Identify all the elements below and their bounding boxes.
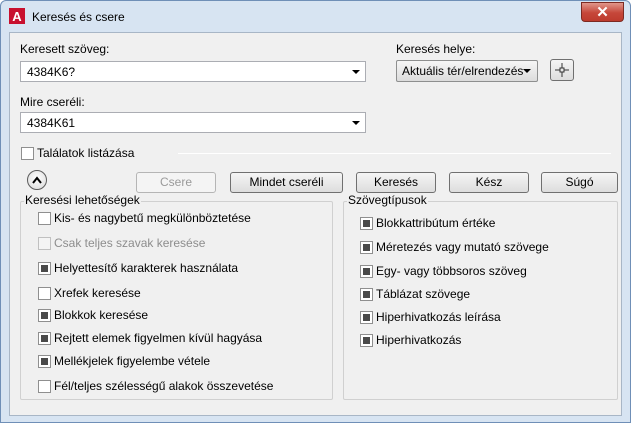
replace-button[interactable]: Csere bbox=[136, 172, 216, 193]
table-text-checkbox[interactable] bbox=[360, 288, 373, 301]
hyperlink-checkbox[interactable] bbox=[360, 334, 373, 347]
list-results-checkbox[interactable] bbox=[21, 147, 34, 160]
collapse-options-button[interactable] bbox=[27, 170, 47, 190]
search-xrefs-checkbox[interactable] bbox=[38, 287, 51, 300]
close-button[interactable]: ✕ bbox=[581, 2, 624, 22]
separator-line bbox=[178, 153, 611, 154]
wildcards-label: Helyettesítő karakterek használata bbox=[54, 261, 239, 275]
search-blocks-checkbox[interactable] bbox=[38, 309, 51, 322]
match-diacritics-label: Mellékjelek figyelembe vétele bbox=[54, 354, 211, 368]
search-xrefs-label: Xrefek keresése bbox=[54, 286, 141, 300]
chevron-down-icon bbox=[523, 69, 531, 73]
search-blocks-label: Blokkok keresése bbox=[54, 308, 149, 322]
list-results-label: Találatok listázása bbox=[37, 146, 135, 160]
replace-with-combobox[interactable]: 4384K61 bbox=[20, 112, 366, 133]
find-button[interactable]: Keresés bbox=[356, 172, 436, 193]
help-button[interactable]: Súgó bbox=[541, 172, 618, 193]
find-replace-dialog: A Keresés és csere ✕ Keresett szöveg: 43… bbox=[0, 0, 631, 423]
dialog-title: Keresés és csere bbox=[32, 10, 125, 24]
whole-words-label: Csak teljes szavak keresése bbox=[54, 236, 206, 250]
location-dropdown[interactable]: Aktuális tér/elrendezés bbox=[396, 60, 538, 82]
dimension-leader-label: Méretezés vagy mutató szövege bbox=[376, 240, 549, 254]
hyperlink-label: Hiperhivatkozás bbox=[376, 333, 462, 347]
block-attribute-checkbox[interactable] bbox=[360, 217, 373, 230]
search-options-title: Keresési lehetőségek bbox=[24, 193, 141, 207]
replace-with-value: 4384K61 bbox=[27, 116, 76, 130]
select-objects-button[interactable] bbox=[550, 59, 574, 81]
single-multiline-text-label: Egy- vagy többsoros szöveg bbox=[376, 264, 527, 278]
half-full-width-label: Fél/teljes szélességű alakok összevetése bbox=[54, 379, 274, 393]
find-label: Keresett szöveg: bbox=[20, 42, 110, 56]
title-bar: A Keresés és csere ✕ bbox=[1, 1, 630, 32]
match-case-label: Kis- és nagybetű megkülönböztetése bbox=[54, 211, 251, 225]
block-attribute-label: Blokkattribútum értéke bbox=[376, 216, 496, 230]
find-what-combobox[interactable]: 4384K6? bbox=[20, 61, 366, 82]
find-what-value: 4384K6? bbox=[27, 65, 76, 79]
table-text-label: Táblázat szövege bbox=[376, 287, 471, 301]
location-label: Keresés helye: bbox=[396, 42, 476, 56]
location-value: Aktuális tér/elrendezés bbox=[402, 64, 524, 78]
chevron-down-icon[interactable] bbox=[352, 70, 360, 74]
match-diacritics-checkbox[interactable] bbox=[38, 355, 51, 368]
chevron-down-icon[interactable] bbox=[352, 121, 360, 125]
replace-label: Mire cseréli: bbox=[20, 95, 85, 109]
wildcards-checkbox[interactable] bbox=[38, 262, 51, 275]
ignore-hidden-checkbox[interactable] bbox=[38, 332, 51, 345]
replace-all-button[interactable]: Mindet cseréli bbox=[230, 172, 343, 193]
crosshair-select-icon bbox=[555, 63, 569, 77]
hyperlink-description-label: Hiperhivatkozás leírása bbox=[376, 310, 501, 324]
search-options-group bbox=[20, 201, 333, 400]
autocad-logo-icon: A bbox=[9, 8, 25, 24]
dimension-leader-checkbox[interactable] bbox=[360, 241, 373, 254]
dialog-body: Keresett szöveg: 4384K6? Keresés helye: … bbox=[9, 32, 622, 416]
single-multiline-text-checkbox[interactable] bbox=[360, 265, 373, 278]
ignore-hidden-label: Rejtett elemek figyelmen kívül hagyása bbox=[54, 331, 263, 345]
whole-words-checkbox[interactable] bbox=[38, 237, 51, 250]
done-button[interactable]: Kész bbox=[449, 172, 529, 193]
half-full-width-checkbox[interactable] bbox=[38, 380, 51, 393]
match-case-checkbox[interactable] bbox=[38, 212, 51, 225]
chevron-up-icon bbox=[32, 176, 42, 184]
text-types-title: Szövegtípusok bbox=[347, 193, 428, 207]
hyperlink-description-checkbox[interactable] bbox=[360, 311, 373, 324]
